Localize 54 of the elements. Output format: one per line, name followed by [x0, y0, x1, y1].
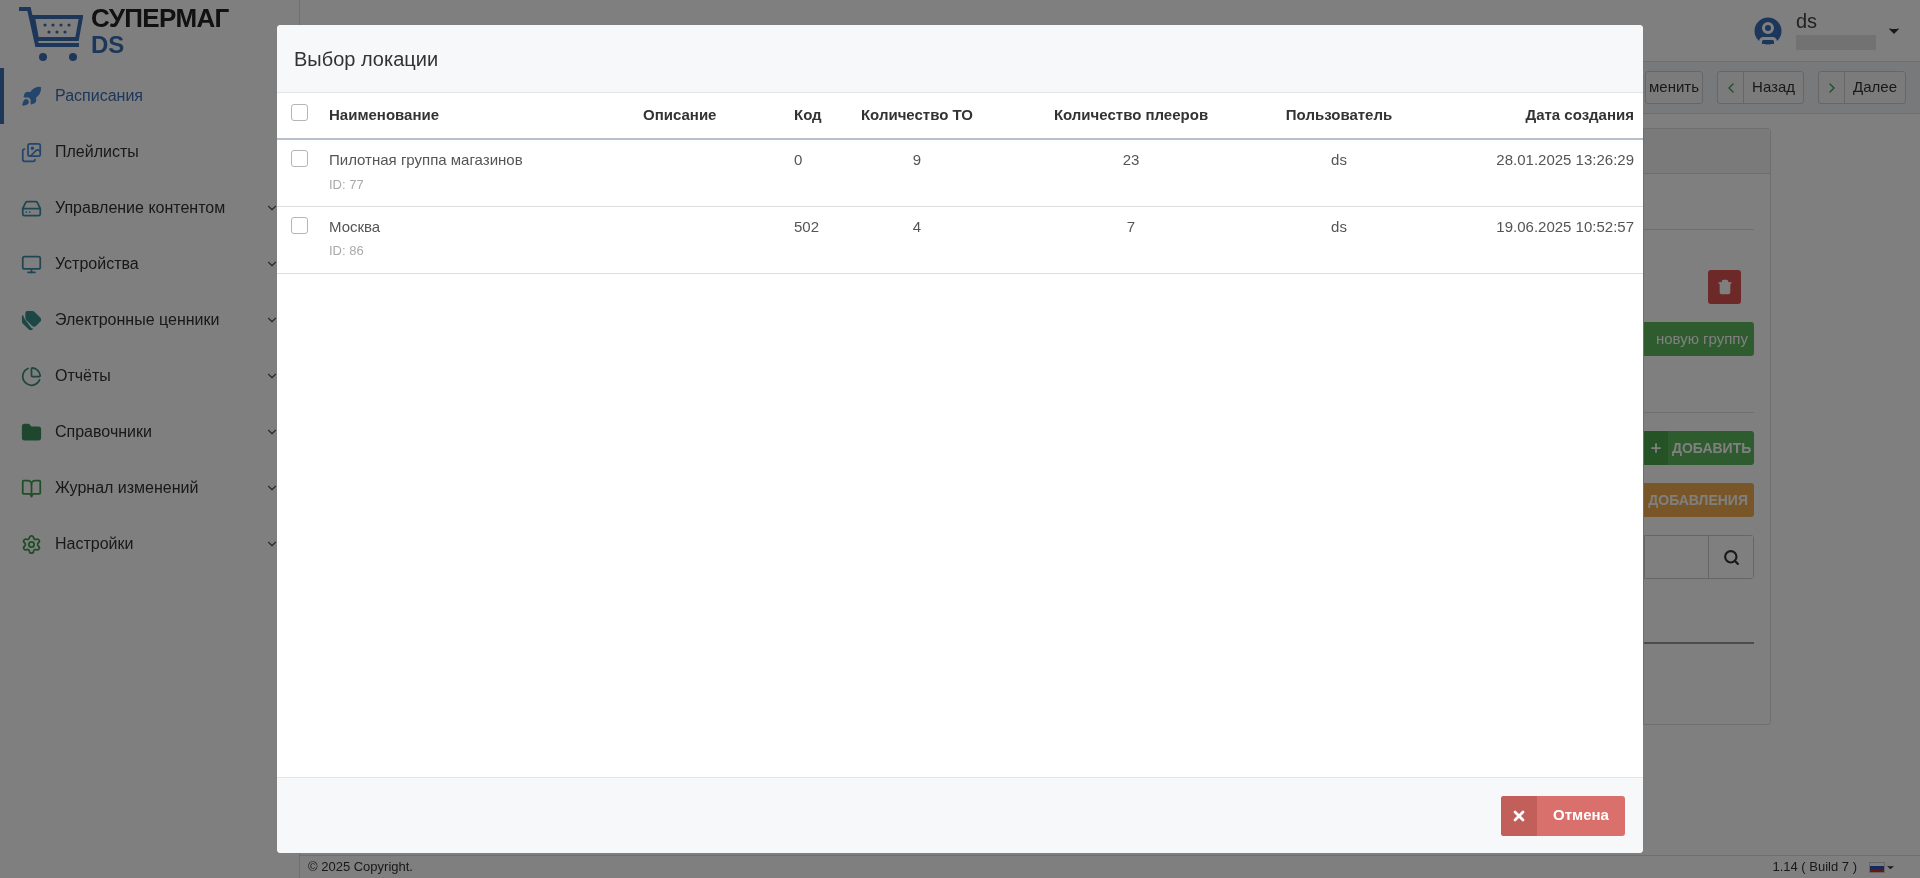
- cancel-button[interactable]: Отмена: [1501, 795, 1625, 836]
- version-text: 1.14 ( Build 7 ): [1772, 858, 1857, 877]
- table-cell: 19.06.2025 10:52:57: [1496, 217, 1634, 235]
- table-cell: 28.01.2025 13:26:29: [1496, 151, 1634, 168]
- column-header[interactable]: Описание: [643, 106, 717, 124]
- tags-icon: [21, 309, 42, 331]
- logo-suffix: DS: [91, 33, 126, 57]
- table-cell: 0: [794, 151, 803, 168]
- sidebar-item[interactable]: Устройства: [0, 236, 299, 292]
- rocket-icon: [21, 85, 42, 107]
- pie-chart-icon: [21, 365, 42, 387]
- sidebar-item[interactable]: Журнал изменений: [0, 460, 299, 516]
- toolbar-button[interactable]: Назад: [1717, 71, 1805, 104]
- sidebar-item[interactable]: Плейлисты: [0, 124, 299, 180]
- checkbox[interactable]: [291, 216, 308, 234]
- sidebar-item[interactable]: Отчёты: [0, 348, 299, 404]
- delete-button[interactable]: [1708, 270, 1741, 304]
- monitor-icon: [21, 253, 42, 275]
- location-id: ID: 86: [329, 242, 365, 260]
- sidebar-item[interactable]: Электронные ценники: [0, 292, 299, 348]
- plus-icon: [1649, 441, 1663, 455]
- location-name: Москва: [329, 216, 382, 237]
- column-header[interactable]: Код: [794, 106, 822, 124]
- table-cell: 4: [912, 217, 922, 235]
- checkbox[interactable]: [291, 103, 308, 121]
- location-id: ID: 77: [329, 175, 365, 194]
- column-header[interactable]: Количество ТО: [860, 106, 973, 124]
- table-cell: ds: [1331, 151, 1347, 168]
- column-header[interactable]: Дата создания: [1525, 106, 1634, 124]
- book-icon: [21, 477, 42, 499]
- sidebar-item[interactable]: Настройки: [0, 516, 299, 572]
- sidebar-item[interactable]: Справочники: [0, 404, 299, 460]
- copyright-text: © 2025 Copyright.: [308, 858, 413, 877]
- settings-icon: [21, 533, 42, 555]
- user-name: ds: [1796, 11, 1819, 31]
- table-cell: 502: [794, 217, 820, 235]
- table-cell: 9: [912, 151, 922, 168]
- sidebar-item[interactable]: Управление контентом: [0, 180, 299, 236]
- checkbox[interactable]: [291, 150, 308, 167]
- flag-icon[interactable]: [1869, 861, 1885, 873]
- toolbar-button[interactable]: Далее: [1818, 71, 1906, 104]
- column-header[interactable]: Наименование: [329, 106, 440, 124]
- column-header[interactable]: Количество плееров: [1053, 106, 1209, 124]
- images-icon: [21, 141, 42, 163]
- location-name: Пилотная группа магазинов: [329, 150, 524, 170]
- table-cell: ds: [1331, 217, 1347, 235]
- table-cell: 7: [1126, 217, 1136, 235]
- toolbar-button[interactable]: менить: [1645, 71, 1704, 104]
- folder-icon: [21, 421, 42, 443]
- logo-title: СУПЕРМАГ: [91, 5, 229, 31]
- table-cell: 23: [1122, 151, 1140, 168]
- trash-icon: [1716, 279, 1733, 295]
- cart-icon: [17, 5, 83, 61]
- column-header[interactable]: Пользователь: [1285, 106, 1393, 124]
